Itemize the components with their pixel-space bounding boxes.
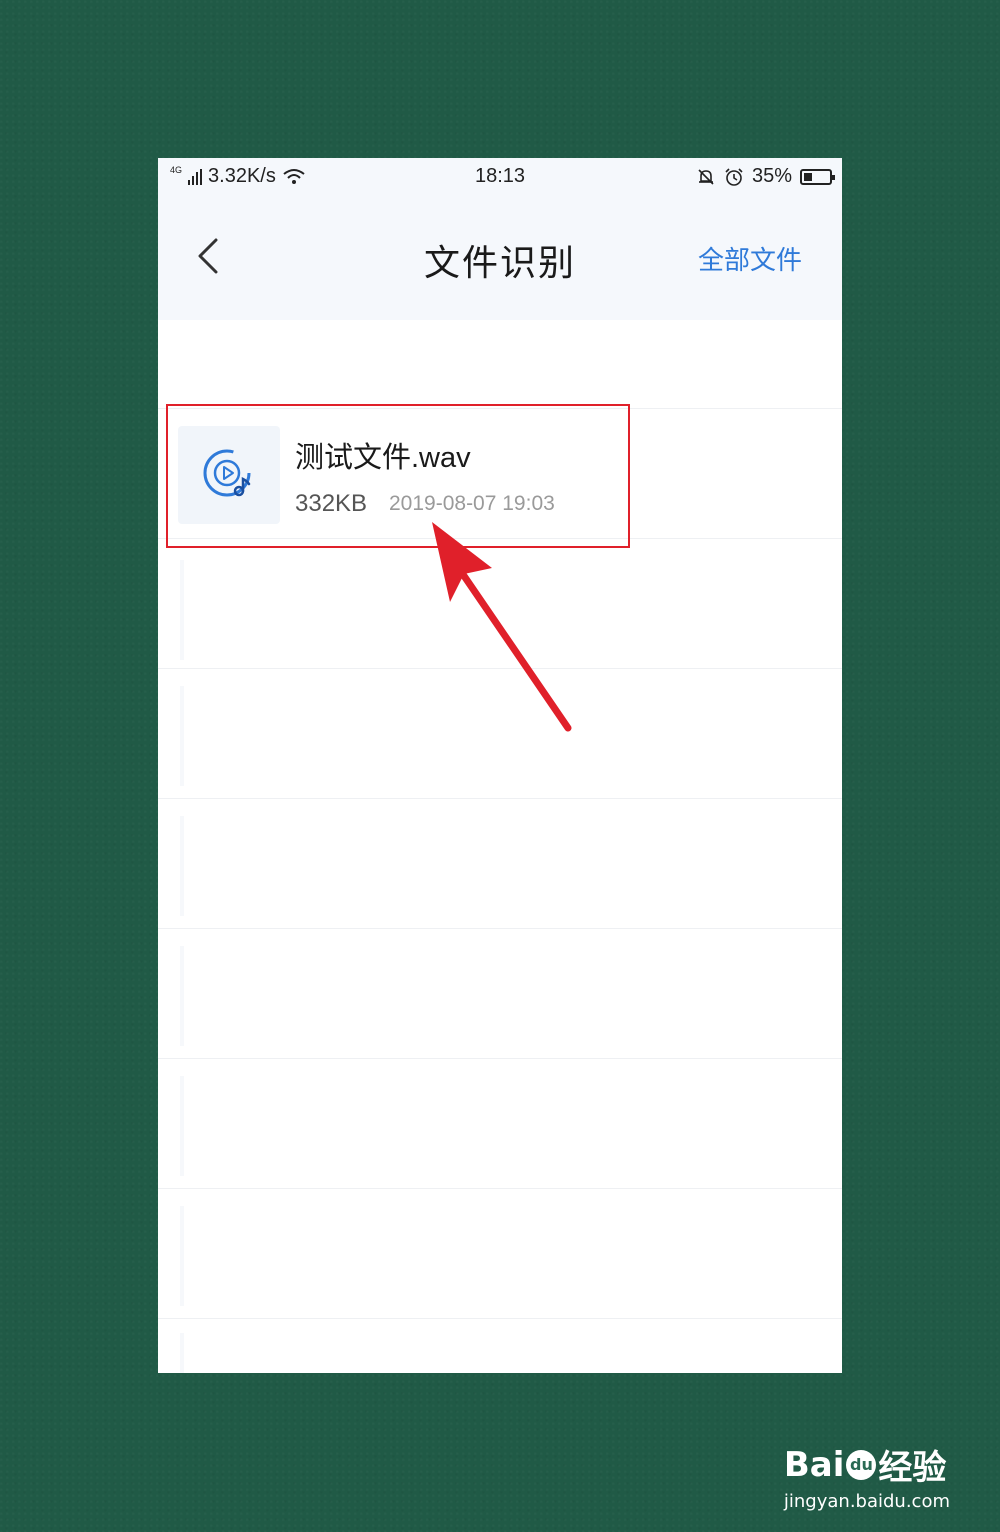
placeholder-row xyxy=(180,560,184,660)
divider xyxy=(158,928,842,929)
file-name: 测试文件.wav xyxy=(295,442,471,474)
phone-screen: 4G 3.32K/s 18:13 35% 文件识别 全部文件 测试文件.wav … xyxy=(158,158,842,1373)
file-size: 332KB xyxy=(295,490,368,517)
placeholder-row xyxy=(180,1076,184,1176)
divider xyxy=(158,1188,842,1189)
watermark-url: jingyan.baidu.com xyxy=(783,1491,950,1512)
divider xyxy=(158,668,842,669)
all-files-button[interactable]: 全部文件 xyxy=(698,240,802,277)
battery-percent: 35% xyxy=(751,165,792,187)
status-bar: 4G 3.32K/s 18:13 35% xyxy=(158,158,842,196)
baidu-jingyan-watermark: Bai du 经验 jingyan.baidu.com xyxy=(783,1440,950,1513)
paw-icon: du xyxy=(846,1449,877,1480)
nav-header: 文件识别 全部文件 xyxy=(158,196,842,320)
battery-icon xyxy=(800,168,835,185)
divider xyxy=(158,1058,842,1059)
placeholder-row xyxy=(180,1333,184,1373)
divider xyxy=(158,798,842,799)
divider xyxy=(158,538,842,539)
placeholder-row xyxy=(180,946,184,1046)
placeholder-row xyxy=(180,686,184,786)
mute-bell-icon xyxy=(698,168,714,185)
alarm-icon xyxy=(725,167,743,186)
placeholder-row xyxy=(180,816,184,916)
file-list-item[interactable]: 测试文件.wav 332KB 2019-08-07 19:03 xyxy=(158,410,842,538)
divider xyxy=(158,1318,842,1319)
divider xyxy=(158,408,842,409)
status-right: 35% xyxy=(696,165,835,188)
watermark-brand-left: Bai xyxy=(783,1444,845,1485)
file-date: 2019-08-07 19:03 xyxy=(389,492,555,515)
watermark-brand-right: 经验 xyxy=(878,1448,947,1488)
audio-file-icon xyxy=(178,426,280,524)
placeholder-row xyxy=(180,1206,184,1306)
watermark-logo: Bai du 经验 xyxy=(784,1440,950,1489)
